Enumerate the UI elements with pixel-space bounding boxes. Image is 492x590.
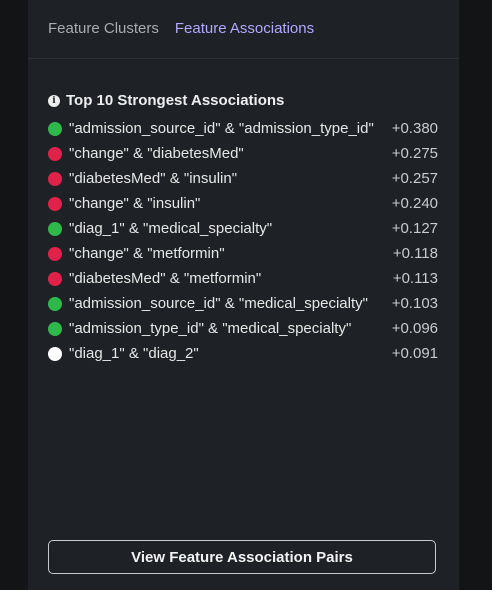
association-pair-label: "diag_1" & "medical_specialty": [69, 220, 273, 237]
tab-feature-clusters[interactable]: Feature Clusters: [48, 20, 159, 37]
association-strength-value: +0.113: [392, 270, 438, 287]
association-pair-label: "diabetesMed" & "metformin": [69, 270, 262, 287]
section-title: Top 10 Strongest Associations: [66, 92, 285, 109]
association-strength-value: +0.127: [391, 220, 438, 237]
association-strength-value: +0.380: [391, 120, 438, 137]
tab-bar: Feature Clusters Feature Associations: [48, 20, 314, 37]
association-row: "change" & "diabetesMed" +0.275: [48, 141, 438, 166]
association-row: "change" & "metformin" +0.118: [48, 241, 438, 266]
association-list: "admission_source_id" & "admission_type_…: [48, 116, 438, 366]
association-row: "diag_1" & "medical_specialty" +0.127: [48, 216, 438, 241]
view-association-pairs-button[interactable]: View Feature Association Pairs: [48, 540, 436, 574]
info-icon: i: [48, 94, 60, 107]
association-indicator-dot: [48, 171, 62, 186]
association-row: "change" & "insulin" +0.240: [48, 191, 438, 216]
association-strength-value: +0.091: [391, 345, 438, 362]
association-strength-value: +0.103: [391, 295, 438, 312]
association-row: "admission_source_id" & "admission_type_…: [48, 116, 438, 141]
association-row: "admission_type_id" & "medical_specialty…: [48, 316, 438, 341]
association-row: "diabetesMed" & "insulin" +0.257: [48, 166, 438, 191]
association-strength-value: +0.118: [392, 245, 438, 262]
association-strength-value: +0.240: [391, 195, 438, 212]
association-indicator-dot: [48, 121, 62, 136]
association-indicator-dot: [48, 271, 62, 286]
association-indicator-dot: [48, 321, 62, 336]
association-pair-label: "admission_type_id" & "medical_specialty…: [69, 320, 352, 337]
association-strength-value: +0.275: [391, 145, 438, 162]
association-indicator-dot: [48, 146, 62, 161]
association-indicator-dot: [48, 246, 62, 261]
association-pair-label: "change" & "insulin": [69, 195, 201, 212]
association-row: "admission_source_id" & "medical_special…: [48, 291, 438, 316]
association-pair-label: "admission_source_id" & "medical_special…: [69, 295, 368, 312]
association-row: "diabetesMed" & "metformin" +0.113: [48, 266, 438, 291]
feature-analysis-panel: Feature Clusters Feature Associations i …: [28, 0, 459, 590]
association-indicator-dot: [48, 296, 62, 311]
association-pair-label: "diag_1" & "diag_2": [69, 345, 199, 362]
association-indicator-dot: [48, 196, 62, 211]
association-strength-value: +0.257: [391, 170, 438, 187]
association-pair-label: "change" & "diabetesMed": [69, 145, 244, 162]
tab-feature-associations[interactable]: Feature Associations: [175, 20, 314, 37]
association-strength-value: +0.096: [391, 320, 438, 337]
association-row: "diag_1" & "diag_2" +0.091: [48, 341, 438, 366]
association-pair-label: "admission_source_id" & "admission_type_…: [69, 120, 374, 137]
association-pair-label: "diabetesMed" & "insulin": [69, 170, 238, 187]
section-header: i Top 10 Strongest Associations: [48, 92, 284, 109]
association-pair-label: "change" & "metformin": [69, 245, 225, 262]
association-indicator-dot: [48, 221, 62, 236]
association-indicator-dot: [48, 346, 62, 361]
tab-divider: [28, 58, 459, 59]
